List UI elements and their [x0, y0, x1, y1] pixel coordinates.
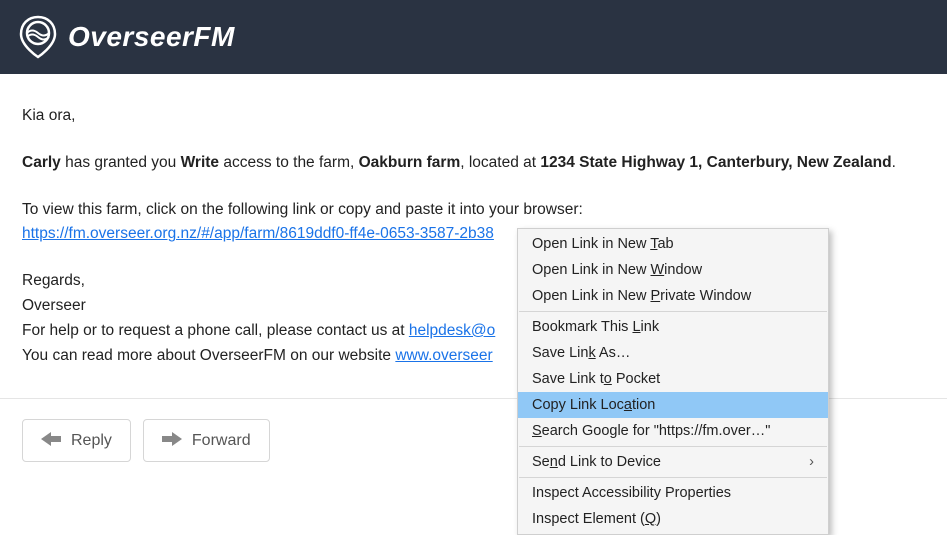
reply-button[interactable]: Reply — [22, 419, 131, 462]
ctx-group-3: Send Link to Device› — [518, 449, 828, 475]
brand-name: OverseerFM — [68, 21, 235, 53]
context-menu-item[interactable]: Copy Link Location — [518, 392, 828, 418]
forward-arrow-icon — [162, 430, 182, 451]
reply-label: Reply — [71, 432, 112, 450]
context-menu-separator — [519, 446, 827, 447]
chevron-right-icon: › — [809, 454, 814, 470]
context-menu-item[interactable]: Save Link to Pocket — [518, 366, 828, 392]
granter-name: Carly — [22, 154, 61, 171]
grant-line: Carly has granted you Write access to th… — [22, 151, 925, 176]
map-pin-icon — [18, 15, 58, 59]
context-menu-item[interactable]: Inspect Accessibility Properties — [518, 480, 828, 506]
context-menu-item[interactable]: Open Link in New Window — [518, 257, 828, 283]
ctx-group-1: Open Link in New TabOpen Link in New Win… — [518, 231, 828, 309]
farm-link[interactable]: https://fm.overseer.org.nz/#/app/farm/86… — [22, 222, 494, 247]
context-menu-separator — [519, 311, 827, 312]
access-level: Write — [181, 154, 219, 171]
about-website-link[interactable]: www.overseer — [395, 347, 492, 364]
context-menu-item[interactable]: Open Link in New Private Window — [518, 283, 828, 309]
app-header: OverseerFM — [0, 0, 947, 74]
brand-logo: OverseerFM — [18, 15, 235, 59]
context-menu-item[interactable]: Send Link to Device› — [518, 449, 828, 475]
ctx-group-2: Bookmark This LinkSave Link As…Save Link… — [518, 314, 828, 444]
context-menu-item[interactable]: Open Link in New Tab — [518, 231, 828, 257]
context-menu: Open Link in New TabOpen Link in New Win… — [517, 228, 829, 535]
context-menu-item[interactable]: Save Link As… — [518, 340, 828, 366]
context-menu-item[interactable]: Search Google for "https://fm.over…" — [518, 418, 828, 444]
context-menu-item[interactable]: Inspect Element (Q) — [518, 506, 828, 532]
forward-button[interactable]: Forward — [143, 419, 270, 462]
context-menu-item[interactable]: Bookmark This Link — [518, 314, 828, 340]
reply-arrow-icon — [41, 430, 61, 451]
farm-name: Oakburn farm — [359, 154, 461, 171]
context-menu-separator — [519, 477, 827, 478]
greeting: Kia ora, — [22, 104, 925, 129]
farm-address: 1234 State Highway 1, Canterbury, New Ze… — [540, 154, 891, 171]
forward-label: Forward — [192, 432, 251, 450]
ctx-group-4: Inspect Accessibility PropertiesInspect … — [518, 480, 828, 532]
view-instruction: To view this farm, click on the followin… — [22, 198, 925, 223]
helpdesk-email-link[interactable]: helpdesk@o — [409, 322, 495, 339]
